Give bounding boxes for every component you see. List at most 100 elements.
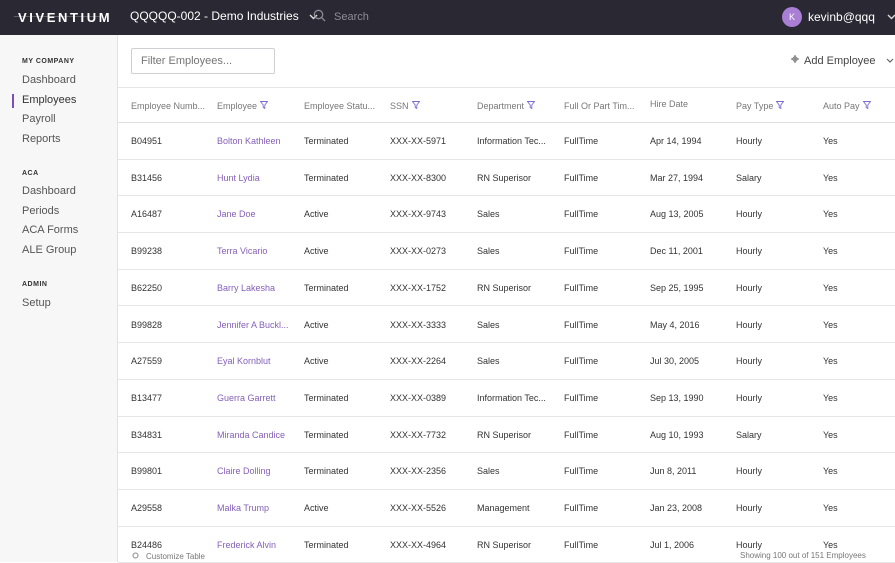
active-indicator: [12, 94, 14, 108]
cell-auto-pay: Yes: [823, 429, 838, 440]
cell-employee-status: Terminated: [304, 136, 349, 146]
filter-icon[interactable]: [411, 101, 420, 111]
sidebar-item-periods[interactable]: Periods: [22, 205, 59, 217]
cell-employee-name[interactable]: Barry Lakesha: [217, 283, 275, 293]
cell-ssn: XXX-XX-5971: [390, 136, 447, 146]
app-logo[interactable]: VIVENTIUM: [18, 10, 112, 25]
cell-hire-date: Aug 13, 2005: [650, 209, 704, 220]
column-header-department[interactable]: Department: [477, 101, 536, 111]
cell-hire-date: Dec 11, 2001: [650, 246, 703, 257]
cell-department: Sales: [477, 209, 500, 220]
cell-full-or-part-time: FullTime: [564, 246, 599, 257]
showing-count: Showing 100 out of 151 Employees: [740, 551, 866, 560]
table-row[interactable]: B99801 Claire Dolling Terminated XXX-XX-235…: [118, 453, 895, 490]
cell-employee-status: Active: [304, 356, 329, 367]
add-employee-button[interactable]: Add Employee: [790, 54, 894, 67]
column-header-employee[interactable]: Employee: [217, 101, 269, 111]
cell-pay-type: Hourly: [736, 539, 763, 550]
sidebar-item-reports[interactable]: Reports: [22, 133, 61, 145]
cell-pay-type: Hourly: [736, 246, 763, 257]
sidebar-item-aca-dashboard[interactable]: Dashboard: [22, 185, 76, 197]
filter-employees-input[interactable]: [131, 48, 275, 74]
cell-employee-name[interactable]: Jane Doe: [217, 209, 256, 219]
column-header-full-or-part-time[interactable]: Full Or Part Tim...: [564, 101, 638, 111]
cell-employee-name[interactable]: Jennifer A Buckl...: [217, 320, 289, 330]
cell-hire-date: Sep 13, 1990: [650, 392, 704, 403]
column-header-ssn[interactable]: SSN: [390, 101, 420, 111]
avatar: K: [782, 7, 802, 27]
cell-employee-status: Terminated: [304, 172, 349, 183]
cell-employee-status: Terminated: [304, 392, 349, 403]
table-row[interactable]: B99238 Terra Vicario Active XXX-XX-0273 Sale…: [118, 233, 895, 270]
chevron-down-icon: [887, 12, 895, 22]
cell-employee-number: B99828: [131, 319, 163, 330]
cell-department: RN Superisor: [477, 172, 532, 183]
search-bar[interactable]: Search: [313, 9, 369, 25]
cell-auto-pay: Yes: [823, 319, 838, 330]
sidebar-item-aca-forms[interactable]: ACA Forms: [22, 224, 78, 236]
filter-icon[interactable]: [526, 101, 536, 111]
cell-pay-type: Hourly: [736, 282, 763, 293]
cell-employee-number: B34831: [131, 429, 163, 440]
cell-department: RN Superisor: [477, 539, 532, 550]
cell-full-or-part-time: FullTime: [564, 466, 599, 477]
cell-employee-number: B31456: [131, 172, 163, 183]
column-header-employee-status[interactable]: Employee Statu...: [304, 101, 378, 111]
column-header-auto-pay[interactable]: Auto Pay: [823, 101, 871, 111]
cell-pay-type: Hourly: [736, 136, 763, 146]
user-name: kevinb@qqq: [808, 10, 875, 24]
cell-employee-name[interactable]: Frederick Alvin: [217, 540, 276, 550]
cell-department: Sales: [477, 319, 500, 330]
table-row[interactable]: B31456 Hunt Lydia Terminated XXX-XX-8300 RN …: [118, 160, 895, 197]
cell-department: Sales: [477, 246, 500, 257]
cell-hire-date: Aug 10, 1993: [650, 429, 704, 440]
cell-employee-name[interactable]: Claire Dolling: [217, 466, 271, 476]
cell-employee-name[interactable]: Bolton Kathleen: [217, 136, 281, 146]
table-row[interactable]: B13477 Guerra Garrett Terminated XXX-XX-038…: [118, 380, 895, 417]
cell-full-or-part-time: FullTime: [564, 282, 599, 293]
table-header: Employee Numb... Employee Employee Statu…: [118, 87, 895, 123]
main-content: Add Employee Employee Numb... Employee E…: [118, 35, 895, 563]
cell-employee-name[interactable]: Eyal Kornblut: [217, 356, 271, 366]
cell-employee-status: Active: [304, 246, 329, 257]
cell-pay-type: Salary: [736, 429, 762, 440]
column-header-pay-type[interactable]: Pay Type: [736, 101, 785, 111]
sidebar-item-employees[interactable]: Employees: [22, 94, 76, 106]
cell-auto-pay: Yes: [823, 503, 838, 513]
column-header-employee-number[interactable]: Employee Numb...: [131, 101, 209, 111]
cell-employee-status: Terminated: [304, 466, 349, 477]
sidebar-item-setup[interactable]: Setup: [22, 297, 51, 309]
cell-ssn: XXX-XX-9743: [390, 209, 447, 220]
table-row[interactable]: B62250 Barry Lakesha Terminated XXX-XX-1752…: [118, 270, 895, 307]
cell-employee-name[interactable]: Hunt Lydia: [217, 173, 260, 183]
table-footer: Customize Table Showing 100 out of 151 E…: [118, 551, 895, 562]
table-row[interactable]: B04951 Bolton Kathleen Terminated XXX-XX-59…: [118, 123, 895, 160]
cell-employee-status: Terminated: [304, 429, 349, 440]
cell-employee-number: B04951: [131, 136, 163, 146]
filter-icon[interactable]: [259, 101, 269, 111]
cell-auto-pay: Yes: [823, 466, 838, 477]
table-row[interactable]: A16487 Jane Doe Active XXX-XX-9743 Sales Full…: [118, 196, 895, 234]
table-row[interactable]: A29558 Malka Trump Active XXX-XX-5526 Manage…: [118, 490, 895, 527]
user-menu[interactable]: K kevinb@qqq: [782, 7, 895, 27]
filter-icon[interactable]: [862, 101, 871, 111]
customize-table-button[interactable]: Customize Table: [131, 551, 205, 562]
sidebar-item-ale-group[interactable]: ALE Group: [22, 244, 76, 256]
table-row[interactable]: A27559 Eyal Kornblut Active XXX-XX-2264 Sale…: [118, 343, 895, 380]
sidebar-item-dashboard[interactable]: Dashboard: [22, 74, 76, 86]
cell-employee-name[interactable]: Guerra Garrett: [217, 393, 276, 403]
company-selector[interactable]: QQQQQ-002 - Demo Industries: [130, 9, 318, 23]
sidebar-item-payroll[interactable]: Payroll: [22, 113, 56, 125]
table-row[interactable]: B34831 Miranda Candice Terminated XXX-XX-77…: [118, 417, 895, 454]
cell-employee-name[interactable]: Miranda Candice: [217, 430, 285, 440]
column-header-hire-date[interactable]: Hire Date: [650, 99, 688, 109]
cell-ssn: XXX-XX-2264: [390, 356, 447, 367]
cell-pay-type: Hourly: [736, 319, 763, 330]
cell-full-or-part-time: FullTime: [564, 539, 599, 550]
cell-department: RN Superisor: [477, 282, 532, 293]
cell-employee-name[interactable]: Terra Vicario: [217, 246, 267, 256]
filter-icon[interactable]: [775, 101, 785, 111]
cell-employee-name[interactable]: Malka Trump: [217, 503, 269, 513]
cell-employee-status: Active: [304, 209, 329, 220]
table-row[interactable]: B99828 Jennifer A Buckl... Active XXX-XX-33…: [118, 307, 895, 344]
